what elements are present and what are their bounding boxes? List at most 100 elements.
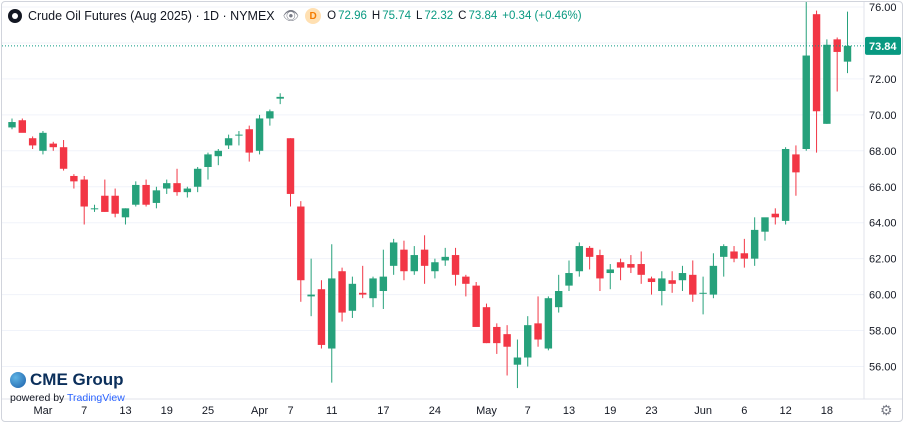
candle bbox=[28, 136, 37, 150]
time-tick-label: May bbox=[476, 405, 497, 417]
symbol-title[interactable]: Crude Oil Futures (Aug 2025) · 1D · NYME… bbox=[28, 9, 275, 23]
candle-body bbox=[245, 129, 253, 153]
time-tick-label: 13 bbox=[119, 405, 131, 417]
time-tick-label: Jun bbox=[694, 405, 712, 417]
candle-body bbox=[575, 246, 584, 272]
candle-body bbox=[286, 138, 295, 194]
time-tick-label: 7 bbox=[287, 405, 293, 417]
candle-body bbox=[389, 242, 398, 266]
candle-body bbox=[59, 147, 68, 169]
candle-body bbox=[761, 217, 769, 232]
candle-body bbox=[193, 168, 202, 187]
close-value: 73.84 bbox=[468, 10, 498, 22]
candle bbox=[482, 303, 491, 344]
high-value: 75.74 bbox=[382, 10, 411, 22]
cme-logo-text: CME Group bbox=[30, 370, 124, 389]
candle-body bbox=[699, 292, 707, 294]
close-label: C bbox=[458, 10, 467, 22]
candle-body bbox=[627, 264, 635, 268]
candle bbox=[193, 166, 202, 193]
candle-body bbox=[121, 208, 130, 218]
price-tick-label: 60.00 bbox=[869, 290, 897, 302]
price-tick-label: 58.00 bbox=[869, 326, 897, 338]
candle bbox=[410, 246, 418, 275]
candle-body bbox=[317, 289, 326, 345]
candle bbox=[761, 217, 769, 241]
settings-gear-icon[interactable]: ⚙ bbox=[880, 403, 894, 417]
candle bbox=[843, 11, 852, 74]
candle bbox=[80, 175, 88, 225]
candle-body bbox=[348, 283, 357, 311]
time-axis[interactable]: Mar 7 13 19 25 Apr 7 11 17 24 May 7 13 19 23 Jun 6 12 18 bbox=[33, 405, 833, 417]
candle-body bbox=[441, 256, 449, 261]
candle bbox=[266, 109, 274, 126]
price-axis[interactable]: 56.00 58.00 60.00 62.00 64.00 66.00 68.00 70.00… bbox=[869, 2, 897, 374]
candle bbox=[307, 258, 315, 317]
candle bbox=[750, 217, 759, 266]
candle bbox=[121, 208, 130, 225]
candle-body bbox=[812, 14, 821, 112]
candle bbox=[730, 246, 738, 263]
candle bbox=[802, 2, 810, 151]
price-tick-label: 68.00 bbox=[869, 146, 897, 158]
candle bbox=[668, 271, 676, 293]
change-value: +0.34 (+0.46%) bbox=[502, 10, 582, 22]
eye-icon[interactable]: 👁 bbox=[283, 8, 300, 24]
candle bbox=[163, 179, 171, 194]
candle bbox=[59, 140, 68, 171]
candle bbox=[369, 276, 377, 308]
candle-body bbox=[658, 278, 666, 292]
time-tick-label: 7 bbox=[81, 405, 87, 417]
powered-by-tradingview[interactable]: powered by TradingView bbox=[10, 392, 125, 404]
candle-body bbox=[369, 278, 377, 299]
candle bbox=[276, 93, 284, 105]
candle-body bbox=[709, 265, 718, 295]
candle-body bbox=[750, 229, 759, 259]
candle bbox=[503, 325, 511, 376]
time-tick-label: 11 bbox=[326, 405, 337, 417]
time-tick-label: Apr bbox=[251, 405, 268, 417]
candle bbox=[565, 260, 573, 292]
cme-group-logo[interactable]: CME Group bbox=[10, 370, 125, 390]
candle bbox=[90, 204, 99, 212]
candle bbox=[49, 141, 57, 151]
candle bbox=[286, 138, 295, 207]
candle-body bbox=[18, 120, 27, 133]
candle bbox=[204, 152, 212, 180]
candle bbox=[142, 179, 150, 207]
candle bbox=[451, 247, 460, 286]
candle bbox=[472, 282, 480, 327]
candle bbox=[152, 186, 161, 209]
candle-body bbox=[276, 96, 284, 99]
price-tick-label: 72.00 bbox=[869, 74, 897, 86]
price-chart[interactable]: 56.00 58.00 60.00 62.00 64.00 66.00 68.00 70.00… bbox=[2, 2, 902, 421]
candle bbox=[792, 145, 800, 196]
candle bbox=[524, 316, 532, 367]
candle-body bbox=[400, 249, 408, 272]
candle bbox=[173, 168, 181, 196]
candle-body bbox=[482, 307, 491, 344]
candle bbox=[585, 246, 594, 270]
candle-body bbox=[689, 274, 697, 295]
candle bbox=[328, 244, 336, 383]
open-value: 72.96 bbox=[338, 10, 367, 22]
candle bbox=[720, 244, 728, 277]
candle-body bbox=[111, 195, 119, 214]
candle bbox=[400, 240, 408, 281]
candle bbox=[627, 255, 635, 274]
ohlc-values: O 72.96 H 75.74 L 72.32 C 73.84 +0.34 (+0.46… bbox=[327, 10, 581, 22]
candle-body bbox=[637, 264, 645, 275]
candle-body bbox=[802, 55, 810, 150]
last-price-label-text: 73.84 bbox=[869, 41, 897, 53]
candle-body bbox=[235, 134, 243, 136]
time-tick-label: 19 bbox=[604, 405, 616, 417]
candle-body bbox=[678, 273, 687, 281]
time-tick-label: 18 bbox=[821, 405, 833, 417]
candle-body bbox=[204, 154, 212, 167]
candle bbox=[575, 242, 584, 277]
tradingview-link[interactable]: TradingView bbox=[67, 392, 125, 404]
delayed-data-badge[interactable]: D bbox=[305, 8, 322, 24]
candle-body bbox=[534, 323, 542, 340]
candle-body bbox=[585, 247, 594, 257]
candle-body bbox=[28, 138, 37, 146]
